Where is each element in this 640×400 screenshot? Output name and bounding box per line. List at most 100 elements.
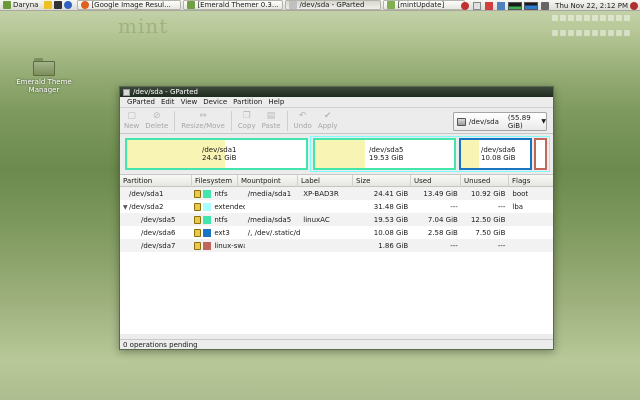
terminal-icon[interactable] [54,1,63,9]
cell-filesystem: ntfs [191,215,244,224]
desktop-icon-emerald[interactable]: Emerald Theme Manager [14,58,74,94]
apply-button[interactable]: ✔ Apply [318,111,338,130]
cell-partition: /dev/sda1 [120,190,191,198]
launcher-icons [41,0,77,11]
col-used[interactable]: Used [411,174,461,187]
menu-button[interactable]: Daryna [0,0,41,11]
cell-mountpoint: /media/sda5 [247,215,292,224]
volume-icon[interactable] [541,1,550,10]
new-label: New [124,122,140,130]
cell-label: XP-BAD3R [303,189,339,198]
user-label: Daryna [13,1,39,9]
copy-icon: ❐ [242,111,251,121]
filesystem-name: ntfs [214,215,228,224]
table-row[interactable]: /dev/sda7 linux-swap 1.86 GiB --- --- [120,239,553,252]
lock-icon [194,189,202,198]
diskmap-size: 10.08 GiB [481,154,516,162]
diskmap-sda6[interactable]: /dev/sda6 10.08 GiB [459,138,532,170]
table-row[interactable]: /dev/sda6 ext3 /, /dev/.static/dev 10.08 Gi… [120,226,553,239]
menu-device[interactable]: Device [200,98,230,106]
partition-name: /dev/sda1 [129,189,164,198]
copy-button[interactable]: ❐ Copy [238,111,256,130]
task-gparted[interactable]: /dev/sda - GParted [285,0,382,10]
col-mountpoint[interactable]: Mountpoint [238,174,298,187]
cpu-graph[interactable] [508,1,523,10]
disk-map: /dev/sda1 24.41 GiB /dev/sda5 19.53 GiB … [120,134,553,174]
network-icon[interactable] [497,1,506,10]
menu-view[interactable]: View [178,98,201,106]
col-size[interactable]: Size [353,174,411,187]
copy-label: Copy [237,122,256,130]
editor-icon[interactable] [44,1,53,9]
titlebar[interactable]: /dev/sda - GParted [120,87,553,97]
mint-menu-icon [3,1,11,9]
table-row[interactable]: /dev/sda5 ntfs/media/sda5 linuxAC 19.53 GiB… [120,213,553,226]
diskmap-sda5[interactable]: /dev/sda5 19.53 GiB [313,138,456,170]
device-selector[interactable]: /dev/sda (55.89 GiB) ▼ [453,112,547,131]
menu-gparted[interactable]: GParted [124,98,158,106]
table-header: Partition Filesystem Mountpoint Label Si… [120,174,553,187]
filesystem-name: extended [214,202,245,211]
col-filesystem[interactable]: Filesystem [192,174,238,187]
cell-used: --- [450,241,458,250]
status-bar: 0 operations pending [120,339,553,349]
power-icon[interactable] [630,1,638,10]
col-unused[interactable]: Unused [461,174,509,187]
diskmap-path: /dev/sda6 [481,146,516,154]
paste-button[interactable]: ▤ Paste [262,111,281,130]
task-label: [Google Image Resul... [91,1,171,9]
notes-icon[interactable] [473,1,482,10]
task-google-images[interactable]: [Google Image Resul... [77,0,182,10]
cell-partition: ▼/dev/sda2 [120,203,191,211]
new-icon: ▢ [127,111,136,121]
col-label[interactable]: Label [298,174,353,187]
new-button[interactable]: ▢ New [124,111,139,130]
cell-unused: 12.50 GiB [470,215,506,224]
lock-icon [194,228,202,237]
gparted-window: /dev/sda - GParted GParted Edit View Dev… [119,86,554,350]
table-row[interactable]: /dev/sda1 ntfs/media/sda1 XP-BAD3R 24.41 Gi… [120,187,553,200]
partition-name: /dev/sda6 [141,228,176,237]
memory-graph[interactable] [524,1,539,10]
task-emerald-themer[interactable]: [Emerald Themer 0.3... [183,0,284,10]
menu-partition[interactable]: Partition [230,98,265,106]
task-mintupdate[interactable]: [mintUpdate] [383,0,466,10]
cell-flags: boot [512,189,529,198]
update-icon[interactable] [461,1,470,10]
diskmap-sda1[interactable]: /dev/sda1 24.41 GiB [125,138,308,170]
partition-name: /dev/sda5 [141,215,176,224]
top-panel: Daryna [Google Image Resul... [Emerald T… [0,0,640,11]
partition-name: /dev/sda7 [141,241,176,250]
diskmap-sda7[interactable] [534,138,547,170]
apply-label: Apply [317,122,338,130]
cell-flags: lba [512,202,524,211]
cell-size: 31.48 GiB [373,202,409,211]
alert-icon[interactable] [485,1,494,10]
undo-button[interactable]: ↶ Undo [294,111,312,130]
filesystem-color-swatch [203,241,212,250]
cell-used: 2.58 GiB [427,228,458,237]
cell-unused: 7.50 GiB [475,228,506,237]
browser-icon[interactable] [64,1,73,9]
cell-mountpoint: /, /dev/.static/dev [247,228,301,237]
cell-used: 7.04 GiB [427,215,458,224]
menu-edit[interactable]: Edit [158,98,178,106]
filesystem-color-swatch [203,202,212,211]
diskmap-sda1-text: /dev/sda1 24.41 GiB [202,146,236,162]
paste-icon: ▤ [266,111,276,121]
toolbar-separator [230,110,232,131]
table-row[interactable]: ▼/dev/sda2 extended 31.48 GiB --- --- lba [120,200,553,213]
col-partition[interactable]: Partition [120,174,192,187]
filesystem-color-swatch [203,215,212,224]
lock-icon [194,215,202,224]
gparted-icon [123,88,130,96]
delete-button[interactable]: ⊘ Delete [145,111,168,130]
col-flags[interactable]: Flags [509,175,553,187]
cell-filesystem: extended [191,202,245,211]
lock-icon [194,202,202,211]
cell-used: --- [450,202,458,211]
menu-help[interactable]: Help [265,98,287,106]
resize-move-button[interactable]: ⇔ Resize/Move [181,111,225,130]
gparted-icon [289,1,298,9]
clock[interactable]: Thu Nov 22, 2:12 PM [555,2,628,10]
